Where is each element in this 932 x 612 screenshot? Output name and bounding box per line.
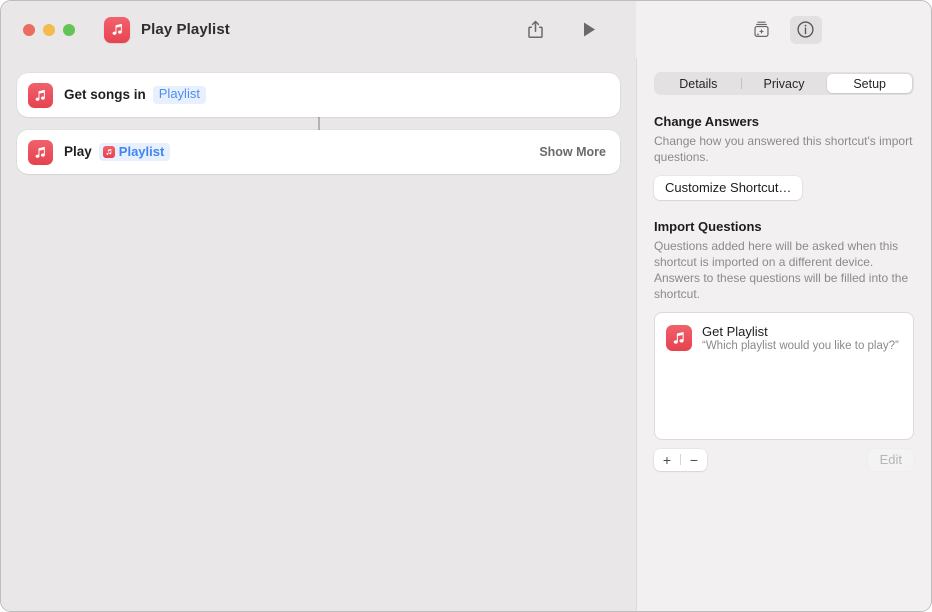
inspector-tab-bar: Details Privacy Setup [654,72,914,95]
list-item-texts: Get Playlist “Which playlist would you l… [702,323,899,352]
question-title: Get Playlist [702,323,768,339]
window-title: Play Playlist [141,21,230,38]
import-questions-list[interactable]: Get Playlist “Which playlist would you l… [654,311,914,440]
variable-token-label: Playlist [118,143,165,159]
toolbar-left-section: Play Playlist [1,1,636,58]
music-note-icon [28,82,53,108]
action-card-play[interactable]: Play Playlist Show More [17,130,620,174]
change-answers-title: Change Answers [654,114,759,129]
info-icon[interactable] [789,15,822,44]
show-more-button[interactable]: Show More [539,145,606,159]
list-item[interactable]: Get Playlist “Which playlist would you l… [655,321,913,358]
customize-shortcut-button[interactable]: Customize Shortcut… [654,175,803,200]
inspector-panel: Details Privacy Setup Change Answers Cha… [636,58,931,611]
action-connector [317,117,320,130]
remove-question-button[interactable]: − [681,449,707,471]
music-note-icon [104,16,130,43]
toolbar-actions [522,17,620,43]
music-note-icon [666,324,692,351]
traffic-light-group [23,23,75,36]
import-questions-description: Questions added here will be asked when … [654,238,909,301]
shortcut-canvas: Get songs in Playlist Play Playlist Show… [1,58,636,611]
parameter-token-playlist[interactable]: Playlist [152,85,206,105]
music-note-icon [102,145,115,158]
toolbar-right-section [636,1,931,58]
tab-details[interactable]: Details [656,74,741,93]
import-questions-footer: + − Edit [654,448,914,471]
window-body: Get songs in Playlist Play Playlist Show… [1,58,931,611]
shortcuts-window: Play Playlist Get songs in Playlist Play… [0,0,932,612]
close-button[interactable] [23,23,35,36]
edit-question-button[interactable]: Edit [867,448,914,471]
play-icon[interactable] [576,17,602,43]
tab-privacy[interactable]: Privacy [742,74,827,93]
minimize-button[interactable] [43,23,55,36]
action-card-get-songs[interactable]: Get songs in Playlist [17,73,620,117]
share-icon[interactable] [522,17,548,43]
action-card-text: Play Playlist [64,143,171,161]
question-prompt: “Which playlist would you like to play?” [702,339,899,352]
action-card-text: Get songs in Playlist [64,85,206,105]
window-toolbar: Play Playlist [1,1,931,58]
tab-setup[interactable]: Setup [827,74,913,93]
import-questions-title: Import Questions [654,218,762,234]
variable-token-playlist[interactable]: Playlist [98,143,171,161]
add-question-button[interactable]: + [654,449,680,471]
action-label: Play [64,144,92,160]
zoom-button[interactable] [63,23,75,36]
add-shortcut-icon[interactable] [746,16,778,44]
add-remove-group: + − [654,448,707,471]
music-note-icon [28,139,53,165]
action-label: Get songs in [64,87,146,103]
change-answers-description: Change how you answered this shortcut's … [654,134,913,164]
